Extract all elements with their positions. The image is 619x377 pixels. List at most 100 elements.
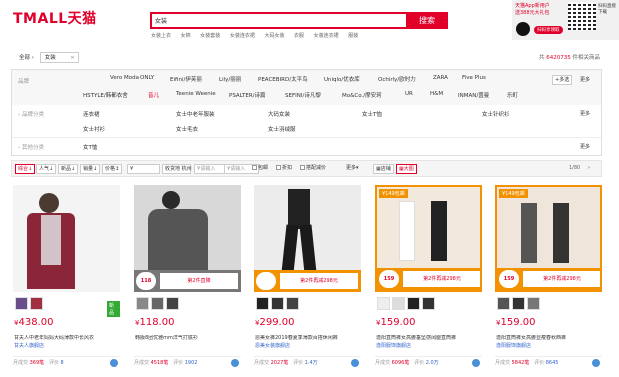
hot-word-link[interactable]: 大码女装 [264, 33, 284, 39]
promo-button[interactable]: 扫码享领取 [534, 26, 563, 34]
brand-item[interactable]: Eifini/伊芙丽 [170, 75, 202, 83]
brand-item[interactable]: ONLY [140, 75, 154, 81]
thumb-image[interactable] [136, 297, 149, 310]
brand-item[interactable]: UR [405, 91, 413, 97]
bundle-filter[interactable]: 搭配减价 [298, 164, 328, 174]
hot-word-link[interactable]: 衣服 [294, 33, 304, 39]
grid-view-button[interactable]: ▦大图 [396, 164, 417, 174]
product-card[interactable]: ¥149包邮 159 第2件再减298元 ¥159.00 逸阳直筒裤女高腰垂坠感阔… [375, 185, 482, 377]
brand-item[interactable]: PEACEBIRD/太平鸟 [258, 75, 308, 83]
more-other-button[interactable]: 更多 [580, 143, 590, 150]
hot-word-link[interactable]: 服装 [348, 33, 358, 39]
hot-word-link[interactable]: 女装套装 [200, 33, 220, 39]
brand-item[interactable]: Uniqlo/优衣库 [324, 75, 360, 83]
close-icon[interactable]: × [70, 53, 75, 63]
wangwang-chat-icon[interactable] [592, 359, 600, 367]
search-input[interactable] [152, 14, 406, 27]
shop-name[interactable]: 恩美女装旗舰店 [255, 343, 290, 350]
brand-item[interactable]: Teenie Weenie [176, 91, 216, 97]
wangwang-chat-icon[interactable] [351, 359, 359, 367]
brand-item-highlight[interactable]: 音儿 [148, 91, 159, 99]
product-card[interactable]: 118 第2件直降 ¥118.00 韩版8团优雅mm洋气打底衫 月成交 4518笔… [134, 185, 241, 377]
multi-select-button[interactable]: +多选 [552, 75, 573, 85]
thumb-image[interactable] [271, 297, 284, 310]
product-card[interactable]: 新品 ¥438.00 甘夫人中老年妈妈大码薄款中长风衣 甘夫人旗舰店 月成交 3… [13, 185, 120, 377]
category-option[interactable]: 连衣裙 [83, 110, 100, 118]
crumb-tag[interactable]: 女装 × [39, 52, 79, 63]
brand-item[interactable]: Lily/丽丽 [219, 75, 241, 83]
product-title[interactable]: 逸阳直筒裤女高腰垂坠感阔腿直筒裤 [376, 335, 481, 342]
thumb-image[interactable] [392, 297, 405, 310]
category-option[interactable]: 女士衬衫 [83, 125, 105, 133]
brand-item[interactable]: HSTYLE/韩都衣舍 [83, 91, 128, 99]
product-image[interactable]: ¥149包邮 159 第2件再减298元 [495, 185, 602, 292]
category-option[interactable]: 女士中老年服装 [176, 110, 215, 118]
thumb-image[interactable] [151, 297, 164, 310]
sort-new[interactable]: 新品↓ [58, 164, 79, 174]
category-option[interactable]: 女士针织衫 [482, 110, 510, 118]
free-shipping-filter[interactable]: 包邮 [250, 164, 270, 174]
brand-item[interactable]: H&M [430, 91, 443, 97]
thumb-image[interactable] [512, 297, 525, 310]
thumb-image[interactable] [30, 297, 43, 310]
more-filters-button[interactable]: 更多▾ [344, 164, 361, 174]
price-min-input[interactable]: ¥ [127, 164, 160, 174]
wangwang-chat-icon[interactable] [110, 359, 118, 367]
more-categories-button[interactable]: 更多 [580, 110, 590, 117]
sort-default[interactable]: 综合↓ [15, 164, 36, 174]
crumb-all[interactable]: 全部 [19, 55, 30, 61]
thumb-image[interactable] [256, 297, 269, 310]
thumb-image[interactable] [407, 297, 420, 310]
wangwang-chat-icon[interactable] [472, 359, 480, 367]
wangwang-chat-icon[interactable] [231, 359, 239, 367]
brand-item[interactable]: SEFINI/诗凡黎 [285, 91, 321, 99]
search-button[interactable]: 搜索 [406, 12, 448, 29]
brand-item[interactable]: Five Plus [462, 75, 486, 81]
thumb-image[interactable] [527, 297, 540, 310]
product-title[interactable]: 恩美女裤2019春夏季薄款百搭休闲裤 [255, 335, 360, 342]
brand-item[interactable]: INMAN/茵曼 [458, 91, 489, 99]
shop-name[interactable]: 逸阳服饰旗舰店 [496, 343, 531, 350]
brand-item[interactable]: ZARA [433, 75, 448, 81]
shop-view-button[interactable]: ▦店铺 [373, 164, 394, 174]
thumb-image[interactable] [286, 297, 299, 310]
category-option[interactable]: 女士毛衣 [176, 125, 198, 133]
tmall-logo[interactable]: TMALL天猫 [13, 8, 97, 28]
hot-word-link[interactable]: 女装连衣裙 [314, 33, 339, 39]
brand-item[interactable]: 乐町 [507, 91, 518, 99]
thumb-image[interactable] [377, 297, 390, 310]
product-card[interactable]: 第2件再减298元 ¥299.00 恩美女裤2019春夏季薄款百搭休闲裤 恩美女… [254, 185, 361, 377]
product-image[interactable]: 118 第2件直降 [134, 185, 241, 292]
shop-name[interactable]: 逸阳服饰旗舰店 [376, 343, 411, 350]
hot-word-link[interactable]: 女装连衣裙 [230, 33, 255, 39]
brand-item[interactable]: Mo&Co./摩安珂 [342, 91, 382, 99]
location-select[interactable]: 收货地 杭州 [162, 164, 192, 174]
brand-item[interactable]: Ochirly/欧时力 [378, 75, 416, 83]
thumb-image[interactable] [166, 297, 179, 310]
thumb-image[interactable] [497, 297, 510, 310]
product-card[interactable]: ¥149包邮 159 第2件再减298元 ¥159.00 逸阳直筒裤女高腰显瘦春秋… [495, 185, 602, 377]
hot-word-link[interactable]: 女装上衣 [151, 33, 171, 39]
sort-popularity[interactable]: 人气↓ [36, 164, 57, 174]
more-brands-button[interactable]: 更多 [580, 76, 590, 83]
product-title[interactable]: 甘夫人中老年妈妈大码薄款中长风衣 [14, 335, 119, 342]
sort-sales[interactable]: 销量↓ [80, 164, 101, 174]
brand-item[interactable]: Vero Moda [110, 75, 139, 81]
product-title[interactable]: 韩版8团优雅mm洋气打底衫 [135, 335, 240, 342]
thumb-image[interactable] [422, 297, 435, 310]
category-option[interactable]: 女士T恤 [362, 110, 382, 118]
sort-price[interactable]: 价格↕ [102, 164, 123, 174]
product-image[interactable]: ¥149包邮 159 第2件再减298元 [375, 185, 482, 292]
shop-name[interactable]: 甘夫人旗舰店 [14, 343, 44, 350]
next-page-icon[interactable]: › [586, 164, 592, 174]
category-option[interactable]: 大码女装 [268, 110, 290, 118]
app-promo[interactable]: 天猫App新用户 送388元大礼包 扫码享领取 扫码直接下载 [512, 0, 619, 40]
brand-item[interactable]: PSALTER/诗篇 [229, 91, 266, 99]
hot-word-link[interactable]: 女棉 [181, 33, 191, 39]
product-title[interactable]: 逸阳直筒裤女高腰显瘦春秋西裤 [496, 335, 601, 342]
discount-filter[interactable]: 折扣 [274, 164, 294, 174]
search-box[interactable] [150, 12, 408, 29]
product-image[interactable]: 第2件再减298元 [254, 185, 361, 292]
thumb-image[interactable] [15, 297, 28, 310]
category-option[interactable]: 女士羽绒服 [268, 125, 296, 133]
